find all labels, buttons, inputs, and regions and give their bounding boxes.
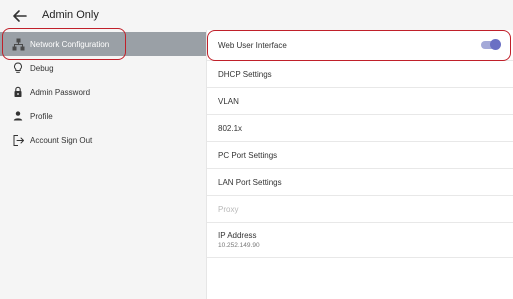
sidebar-item-label: Admin Password (30, 87, 91, 97)
row-dhcp-settings[interactable]: DHCP Settings (207, 61, 513, 88)
row-label: PC Port Settings (218, 150, 278, 160)
sidebar-item-admin-password[interactable]: Admin Password (0, 80, 207, 104)
ip-address-value: 10.252.149.90 (218, 242, 260, 249)
app-header: Admin Only (0, 0, 513, 30)
web-ui-toggle[interactable] (481, 39, 501, 50)
person-icon (11, 109, 25, 123)
settings-list: Web User Interface DHCP Settings VLAN 80… (207, 30, 513, 299)
sidebar: Network Configuration Debug Admin Passwo… (0, 30, 207, 299)
sidebar-item-label: Network Configuration (30, 39, 110, 49)
lock-icon (11, 85, 25, 99)
sidebar-item-label: Debug (30, 63, 54, 73)
row-pc-port-settings[interactable]: PC Port Settings (207, 142, 513, 169)
row-web-user-interface[interactable]: Web User Interface (207, 30, 513, 61)
row-label: IP Address (218, 231, 257, 240)
row-label: DHCP Settings (218, 69, 272, 79)
sidebar-item-network-configuration[interactable]: Network Configuration (0, 32, 207, 56)
sidebar-item-debug[interactable]: Debug (0, 56, 207, 80)
row-label: LAN Port Settings (218, 177, 282, 187)
row-proxy: Proxy (207, 196, 513, 223)
row-802-1x[interactable]: 802.1x (207, 115, 513, 142)
page-title: Admin Only (42, 9, 99, 21)
row-label: VLAN (218, 96, 239, 106)
lightbulb-icon (11, 61, 25, 75)
sidebar-item-label: Account Sign Out (30, 135, 93, 145)
row-vlan[interactable]: VLAN (207, 88, 513, 115)
row-ip-address[interactable]: IP Address 10.252.149.90 (207, 223, 513, 258)
back-arrow-icon[interactable] (10, 8, 30, 24)
row-label: 802.1x (218, 123, 243, 133)
row-lan-port-settings[interactable]: LAN Port Settings (207, 169, 513, 196)
sidebar-item-account-sign-out[interactable]: Account Sign Out (0, 128, 207, 152)
row-label: Web User Interface (218, 40, 287, 50)
sidebar-item-profile[interactable]: Profile (0, 104, 207, 128)
sidebar-item-label: Profile (30, 111, 53, 121)
row-label: Proxy (218, 204, 239, 214)
network-icon (11, 37, 25, 51)
toggle-knob (490, 39, 501, 50)
sign-out-icon (11, 133, 25, 147)
